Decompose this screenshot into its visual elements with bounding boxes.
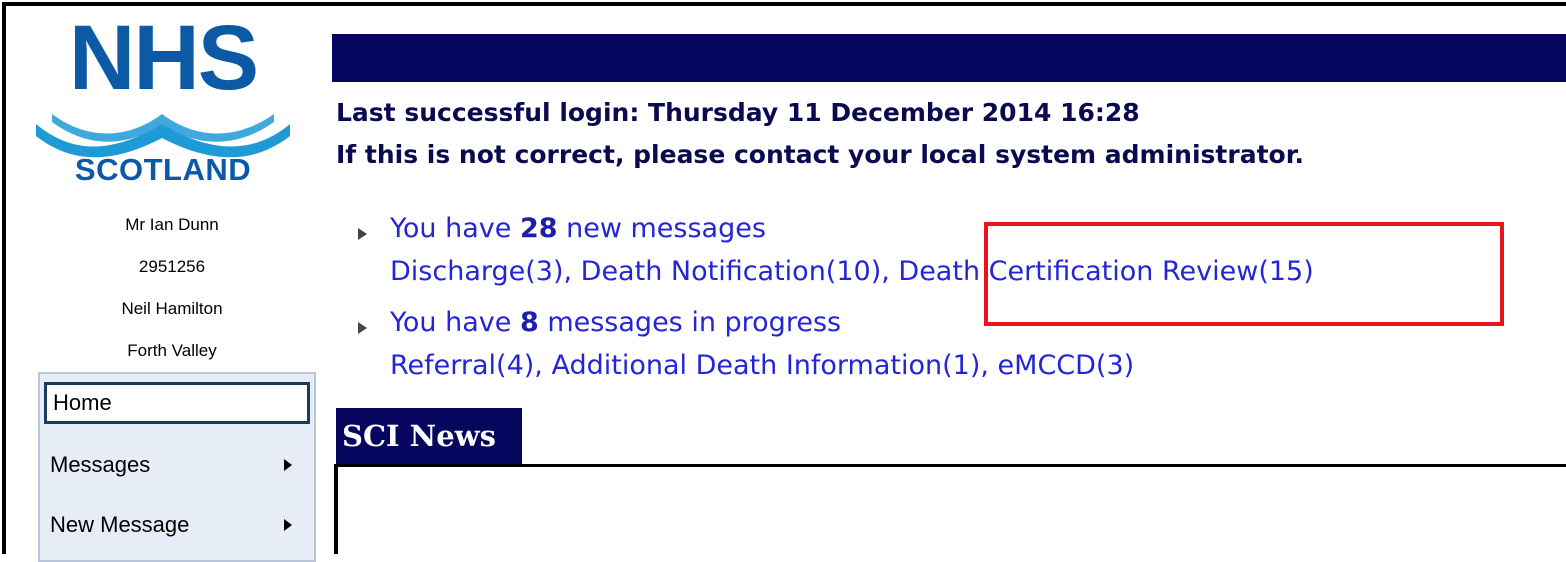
nav-item-home[interactable]: Home: [44, 382, 310, 424]
in-progress-summary: You have 8 messages in progress: [390, 307, 841, 338]
new-messages-suffix: new messages: [557, 213, 766, 244]
user-practice: Neil Hamilton: [121, 299, 223, 318]
nav-item-messages[interactable]: Messages: [44, 444, 310, 486]
in-progress-links: Referral(4), Additional Death Informatio…: [390, 350, 1134, 381]
in-progress-suffix: messages in progress: [538, 307, 842, 338]
logo-scotland-text: SCOTLAND: [74, 152, 252, 187]
last-login-text: Last successful login: Thursday 11 Decem…: [336, 98, 1140, 127]
user-id: 2951256: [138, 257, 206, 276]
header-bar: [332, 34, 1566, 82]
submenu-arrow-icon: [284, 459, 292, 471]
in-progress-prefix: You have: [390, 307, 520, 338]
highlight-annotation-box: [984, 222, 1504, 326]
submenu-arrow-icon: [284, 519, 292, 531]
user-name: Mr Ian Dunn: [125, 215, 219, 234]
discharge-link[interactable]: Discharge(3),: [390, 256, 581, 287]
sci-news-panel: [334, 464, 1566, 554]
logo-nhs-text: NHS: [68, 7, 259, 109]
new-messages-summary: You have 28 new messages: [390, 213, 766, 244]
user-info: Mr Ian Dunn 2951256 Neil Hamilton Forth …: [32, 204, 312, 372]
new-messages-prefix: You have: [390, 213, 520, 244]
nav-item-label: New Message: [50, 512, 190, 537]
user-region: Forth Valley: [127, 341, 217, 360]
nhs-scotland-logo: NHS SCOTLAND: [32, 12, 294, 192]
nav-item-label: Home: [53, 390, 112, 415]
bullet-arrow-icon: [358, 228, 367, 240]
emccd-link[interactable]: eMCCD(3): [998, 350, 1135, 381]
new-messages-count: 28: [519, 213, 558, 244]
sidebar-nav: Home Messages New Message: [38, 372, 316, 562]
additional-death-information-link[interactable]: Additional Death Information(1),: [551, 350, 997, 381]
bullet-arrow-icon: [358, 322, 367, 334]
sci-news-tab[interactable]: SCI News: [336, 408, 522, 464]
nav-item-new-message[interactable]: New Message: [44, 504, 310, 546]
nav-item-label: Messages: [50, 452, 151, 477]
login-warning-text: If this is not correct, please contact y…: [336, 140, 1304, 169]
referral-link[interactable]: Referral(4),: [390, 350, 551, 381]
in-progress-count: 8: [519, 307, 539, 338]
death-notification-link[interactable]: Death Notification(10),: [581, 256, 899, 287]
